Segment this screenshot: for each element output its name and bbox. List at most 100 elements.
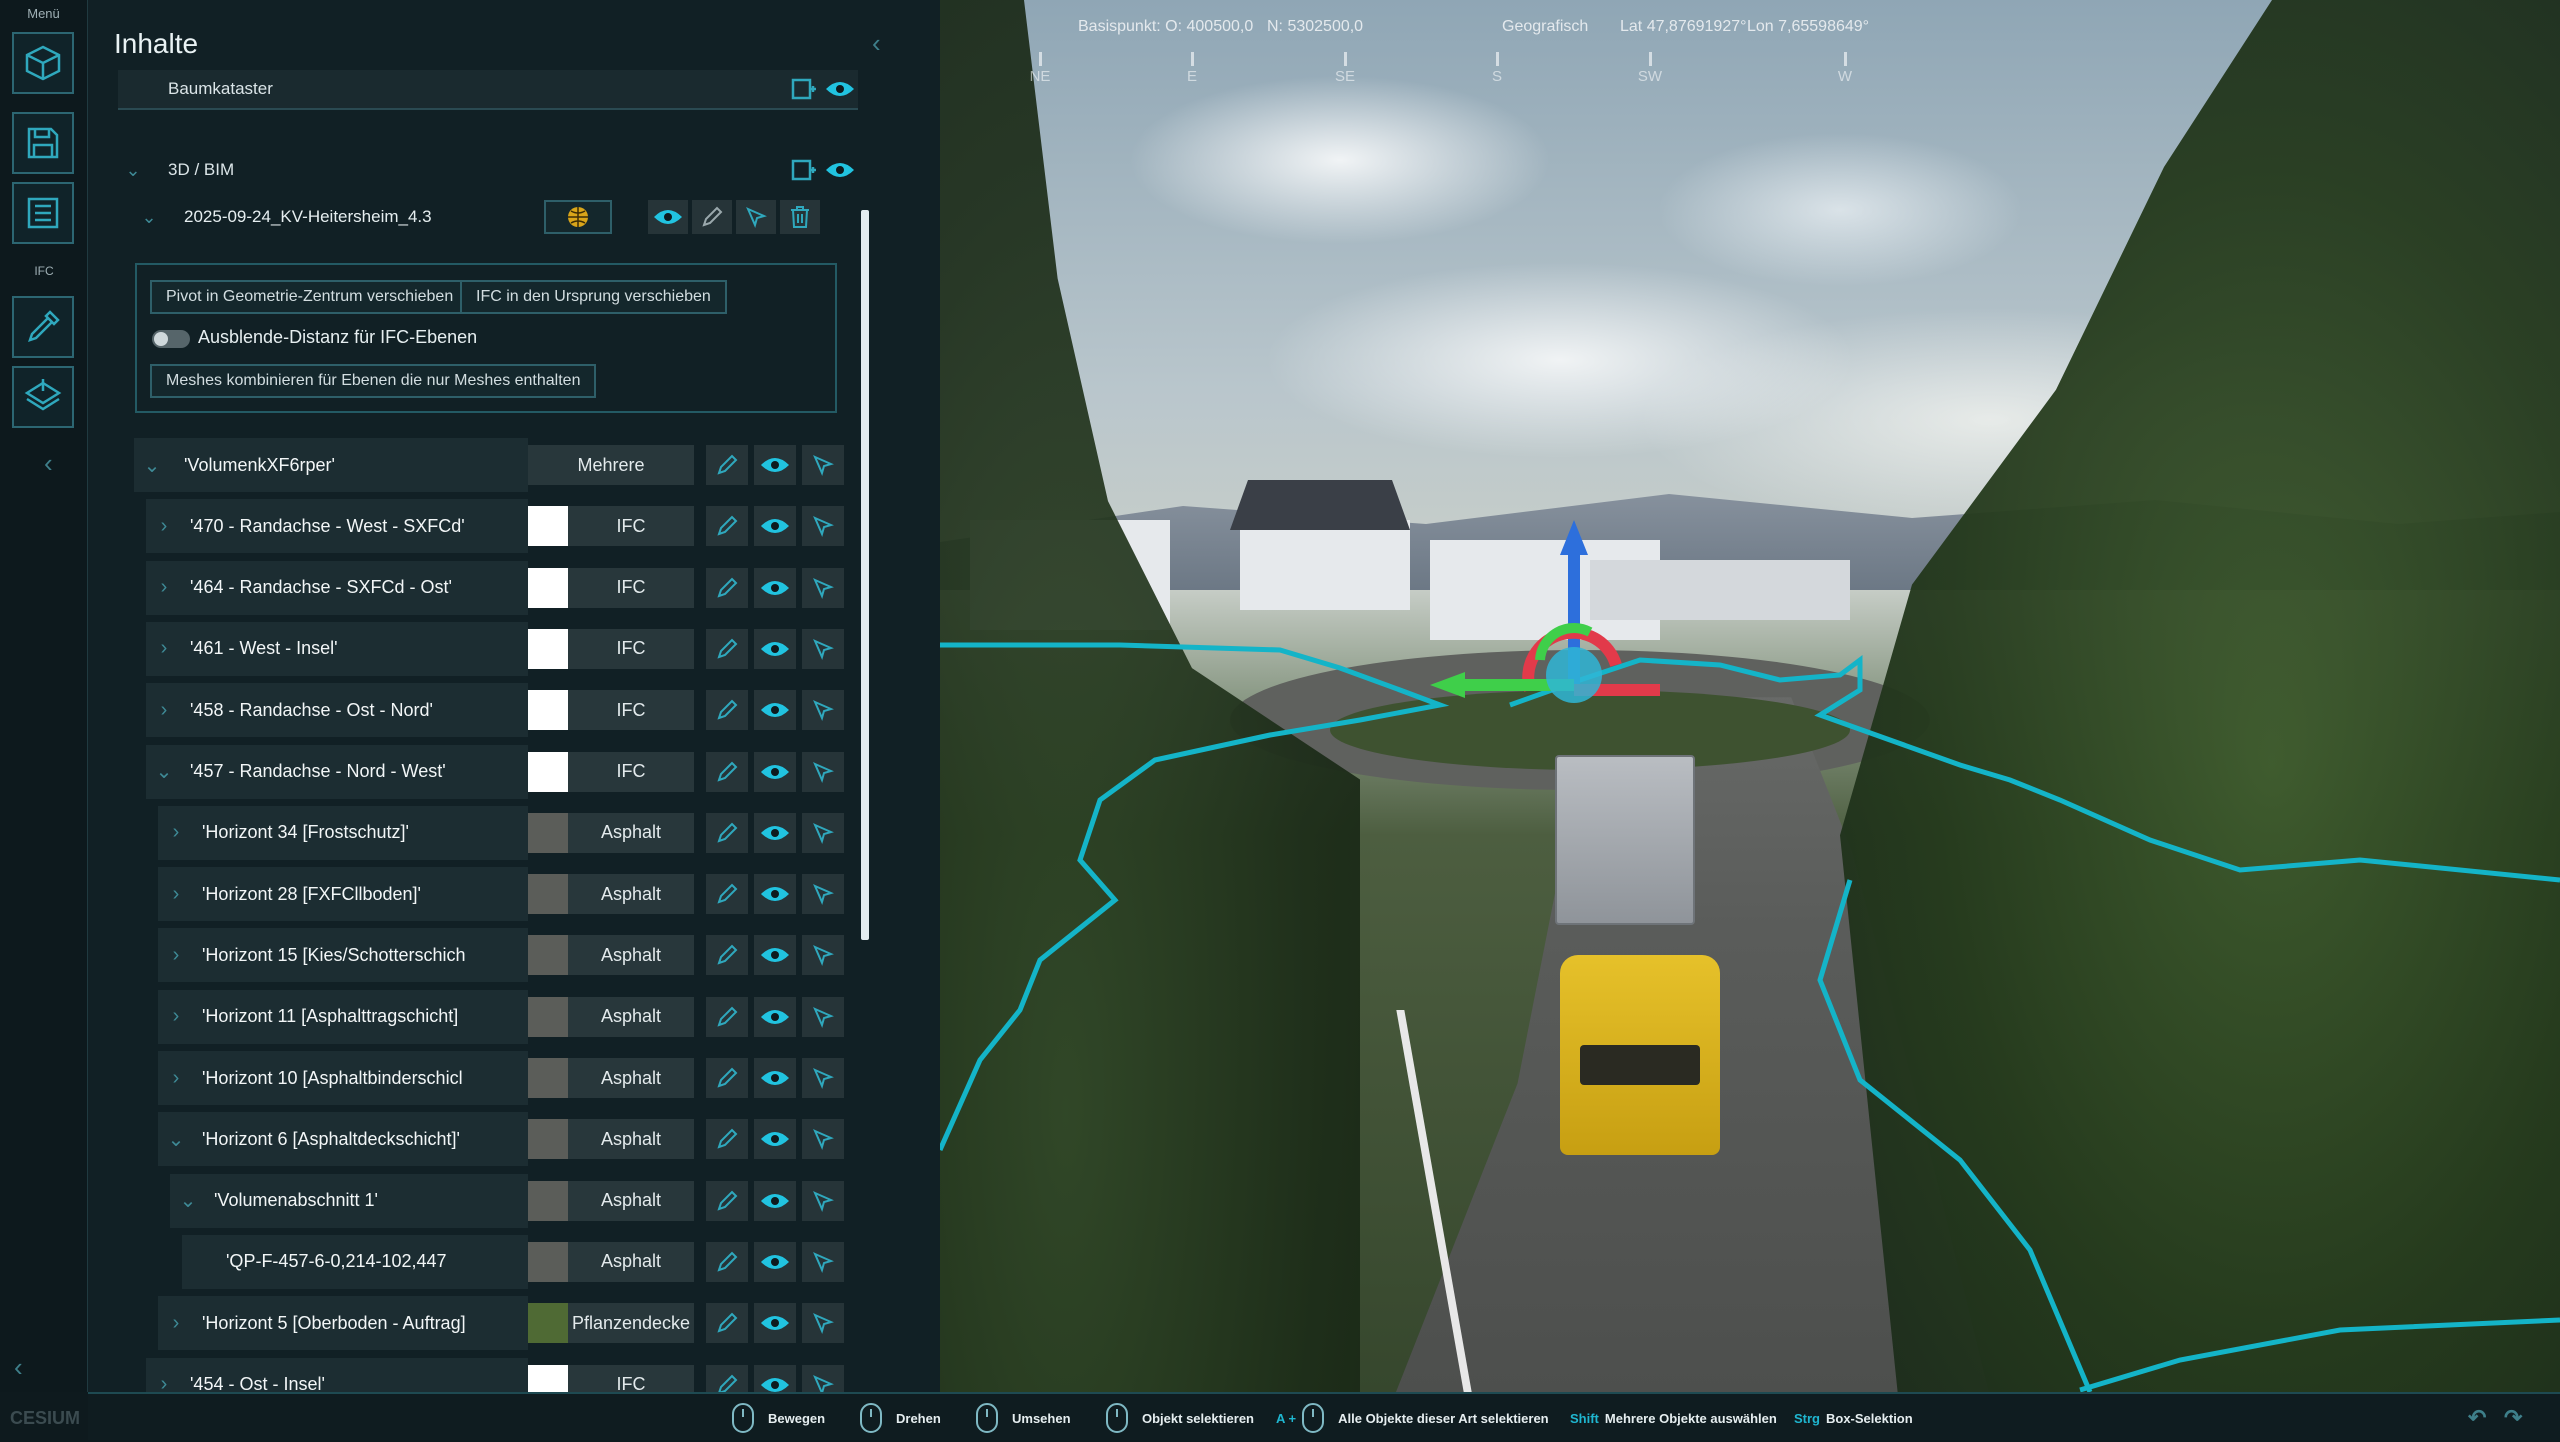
3d-viewport[interactable]: Basispunkt: O: 400500,0 N: 5302500,0 Geo… <box>940 0 2560 1392</box>
cursor-icon[interactable] <box>802 996 844 1037</box>
material-cell[interactable]: IFC <box>528 690 694 731</box>
chevron-right-icon[interactable]: › <box>152 515 176 538</box>
meshes-button[interactable]: Meshes kombinieren für Ebenen die nur Me… <box>150 364 597 398</box>
panel-scrollbar[interactable] <box>861 210 869 940</box>
redo-icon[interactable]: ↷ <box>2504 1394 2522 1442</box>
cursor-icon[interactable] <box>802 1180 844 1221</box>
material-cell[interactable]: IFC <box>528 506 694 547</box>
model-row[interactable]: ⌄ 2025-09-24_KV-Heitersheim_4.3 <box>134 196 878 238</box>
chevron-right-icon[interactable]: › <box>164 883 188 906</box>
eye-icon[interactable] <box>754 812 796 853</box>
menu-collapse-icon[interactable]: ‹ <box>44 448 53 479</box>
material-cell[interactable]: Asphalt <box>528 874 694 915</box>
pencil-icon[interactable] <box>706 1180 748 1221</box>
transform-gizmo[interactable] <box>1430 520 1660 703</box>
cursor-icon[interactable] <box>802 812 844 853</box>
chevron-down-icon[interactable]: ⌄ <box>164 1127 188 1152</box>
chevron-right-icon[interactable]: › <box>152 576 176 599</box>
tree-row[interactable]: › '464 - Randachse - SXFCd - Ost' <box>146 560 528 615</box>
cursor-icon[interactable] <box>802 1364 844 1392</box>
pencil-icon[interactable] <box>706 751 748 792</box>
eyedropper-button[interactable] <box>12 296 74 358</box>
pencil-icon[interactable] <box>706 1241 748 1282</box>
pencil-icon[interactable] <box>706 690 748 731</box>
pencil-icon[interactable] <box>706 1058 748 1098</box>
cursor-icon[interactable] <box>802 567 844 608</box>
origin-button[interactable]: IFC in den Ursprung verschieben <box>460 280 727 314</box>
list-button[interactable] <box>12 182 74 244</box>
cursor-icon[interactable] <box>802 1119 844 1160</box>
pencil-icon[interactable] <box>706 1119 748 1160</box>
save-button[interactable] <box>12 112 74 174</box>
pencil-icon[interactable] <box>706 506 748 547</box>
pencil-icon[interactable] <box>706 445 748 485</box>
cursor-icon[interactable] <box>802 874 844 915</box>
trash-icon[interactable] <box>780 200 820 234</box>
cursor-icon[interactable] <box>802 690 844 731</box>
eye-icon[interactable] <box>754 1303 796 1344</box>
chevron-right-icon[interactable]: › <box>164 944 188 967</box>
pencil-icon[interactable] <box>706 996 748 1037</box>
eye-icon[interactable] <box>822 72 858 106</box>
eye-icon[interactable] <box>754 935 796 976</box>
chevron-right-icon[interactable]: › <box>152 1373 176 1392</box>
pencil-icon[interactable] <box>706 567 748 608</box>
eye-icon[interactable] <box>754 628 796 669</box>
pencil-icon[interactable] <box>706 1303 748 1344</box>
pencil-icon[interactable] <box>706 812 748 853</box>
tree-row[interactable]: › 'Horizont 10 [Asphaltbinderschicl <box>158 1051 528 1105</box>
material-cell[interactable]: Asphalt <box>528 1241 694 1282</box>
chevron-down-icon[interactable]: ⌄ <box>118 160 148 181</box>
undo-icon[interactable]: ↶ <box>2468 1394 2486 1442</box>
eye-icon[interactable] <box>648 200 688 234</box>
add-layer-icon[interactable] <box>786 72 822 106</box>
cursor-icon[interactable] <box>802 935 844 976</box>
tree-row[interactable]: › '470 - Randachse - West - SXFCd' <box>146 499 528 554</box>
tree-row[interactable]: › 'Horizont 28 [FXFCllboden]' <box>158 867 528 922</box>
pencil-icon[interactable] <box>706 1364 748 1392</box>
add-layer-icon[interactable] <box>786 153 822 187</box>
eye-icon[interactable] <box>754 690 796 731</box>
panel-collapse-icon[interactable]: ‹ <box>872 28 881 59</box>
tree-row[interactable]: ⌄ '457 - Randachse - Nord - West' <box>146 744 528 799</box>
chevron-down-icon[interactable]: ⌄ <box>140 453 164 478</box>
pencil-icon[interactable] <box>706 628 748 669</box>
material-cell[interactable]: Pflanzendecke <box>528 1303 694 1344</box>
tree-row[interactable]: › 'Horizont 34 [Frostschutz]' <box>158 805 528 860</box>
pencil-icon[interactable] <box>706 935 748 976</box>
material-cell[interactable]: IFC <box>528 628 694 669</box>
tree-row[interactable]: › '454 - Ost - Insel' <box>146 1357 528 1392</box>
cursor-icon[interactable] <box>802 1303 844 1344</box>
layers-button[interactable] <box>12 366 74 428</box>
material-cell[interactable]: Asphalt <box>528 1180 694 1221</box>
eye-icon[interactable] <box>754 1364 796 1392</box>
eye-icon[interactable] <box>754 567 796 608</box>
tree-row[interactable]: ⌄ 'Volumenabschnitt 1' <box>170 1173 528 1228</box>
cube-button[interactable] <box>12 32 74 94</box>
chevron-right-icon[interactable]: › <box>152 637 176 660</box>
eye-icon[interactable] <box>754 1058 796 1098</box>
globe-button[interactable] <box>544 200 612 234</box>
pencil-icon[interactable] <box>692 200 732 234</box>
chevron-right-icon[interactable]: › <box>164 1312 188 1335</box>
material-cell[interactable]: IFC <box>528 567 694 608</box>
chevron-down-icon[interactable]: ⌄ <box>134 207 164 228</box>
tree-row[interactable]: ⌄ 'VolumenkXF6rper' <box>134 438 528 492</box>
material-cell[interactable]: Asphalt <box>528 812 694 853</box>
eye-icon[interactable] <box>754 874 796 915</box>
material-cell[interactable]: IFC <box>528 751 694 792</box>
group-row-3d-bim[interactable]: ⌄ 3D / BIM <box>118 150 858 190</box>
cursor-icon[interactable] <box>802 1058 844 1098</box>
eye-icon[interactable] <box>754 445 796 485</box>
tree-row[interactable]: 'QP-F-457-6-0,214-102,447 <box>182 1234 528 1289</box>
tree-row[interactable]: › 'Horizont 5 [Oberboden - Auftrag] <box>158 1296 528 1351</box>
pivot-button[interactable]: Pivot in Geometrie-Zentrum verschieben <box>150 280 470 314</box>
tree-row[interactable]: › '461 - West - Insel' <box>146 621 528 676</box>
layer-row-baumkataster[interactable]: Baumkataster <box>118 70 858 110</box>
material-cell[interactable]: Mehrere <box>528 445 694 485</box>
menu-bottom-collapse-icon[interactable]: ‹ <box>14 1352 23 1383</box>
tree-row[interactable]: › '458 - Randachse - Ost - Nord' <box>146 683 528 738</box>
material-cell[interactable]: IFC <box>528 1364 694 1392</box>
material-cell[interactable]: Asphalt <box>528 996 694 1037</box>
cursor-icon[interactable] <box>802 1241 844 1282</box>
